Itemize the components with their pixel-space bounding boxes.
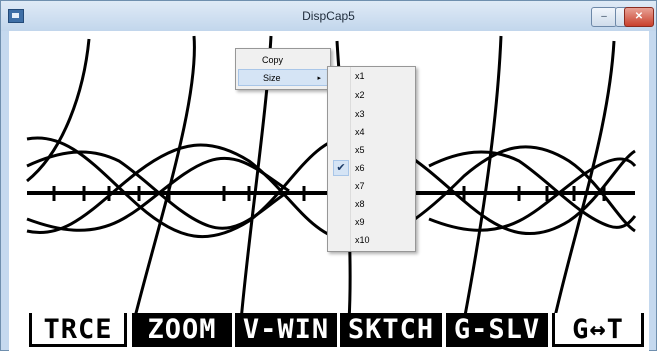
size-option-x10[interactable]: x10 (328, 231, 415, 250)
size-option-x9[interactable]: x9 (328, 213, 415, 232)
size-option-x4[interactable]: x4 (328, 123, 415, 142)
close-icon: ✕ (634, 11, 644, 22)
size-option-x2[interactable]: x2 (328, 86, 415, 105)
size-submenu: x1 x2 x3 x4 x5 ✔ x6 x7 x8 x9 x10 (327, 66, 416, 252)
window-title: DispCap5 (302, 9, 355, 23)
fkey-g-solve[interactable]: G-SLV (446, 313, 548, 347)
size-option-label: x2 (355, 90, 365, 100)
size-option-label: x7 (355, 181, 365, 191)
fkey-v-window[interactable]: V-WIN (235, 313, 337, 347)
context-menu: Copy Size ▸ (235, 48, 331, 90)
size-option-x3[interactable]: x3 (328, 105, 415, 124)
menu-item-size[interactable]: Size ▸ (238, 69, 328, 86)
size-option-label: x6 (355, 163, 365, 173)
menu-item-copy[interactable]: Copy (238, 52, 328, 69)
size-option-label: x1 (355, 71, 365, 81)
size-option-label: x4 (355, 127, 365, 137)
minimize-button[interactable]: – (591, 7, 617, 27)
size-option-label: x3 (355, 109, 365, 119)
submenu-arrow-icon: ▸ (317, 75, 321, 82)
title-bar[interactable]: DispCap5 – □ ✕ (1, 1, 656, 31)
size-option-label: x10 (355, 235, 370, 245)
curve-tan-6 (552, 40, 616, 321)
fkey-trace[interactable]: TRCE (29, 313, 127, 347)
size-option-label: x5 (355, 145, 365, 155)
fkey-graph-table[interactable]: G↔T (552, 313, 644, 347)
close-button[interactable]: ✕ (624, 7, 654, 27)
size-option-label: x8 (355, 199, 365, 209)
size-option-x1[interactable]: x1 (328, 67, 415, 86)
curve-tan-1 (26, 38, 91, 183)
size-option-x5[interactable]: x5 (328, 141, 415, 160)
size-option-label: x9 (355, 217, 365, 227)
minimize-icon: – (601, 11, 607, 22)
curve-tan-5 (462, 35, 503, 321)
size-option-x8[interactable]: x8 (328, 195, 415, 214)
fkey-zoom[interactable]: ZOOM (132, 313, 232, 347)
menu-item-label: Copy (262, 55, 284, 65)
size-option-x7[interactable]: x7 (328, 177, 415, 196)
size-option-x6[interactable]: ✔ x6 (328, 159, 415, 178)
menu-item-label: Size (263, 73, 281, 83)
checkmark-icon: ✔ (333, 160, 349, 176)
fkey-sketch[interactable]: SKTCH (340, 313, 442, 347)
function-key-bar: TRCE ZOOM V-WIN SKTCH G-SLV G↔T (9, 313, 649, 351)
